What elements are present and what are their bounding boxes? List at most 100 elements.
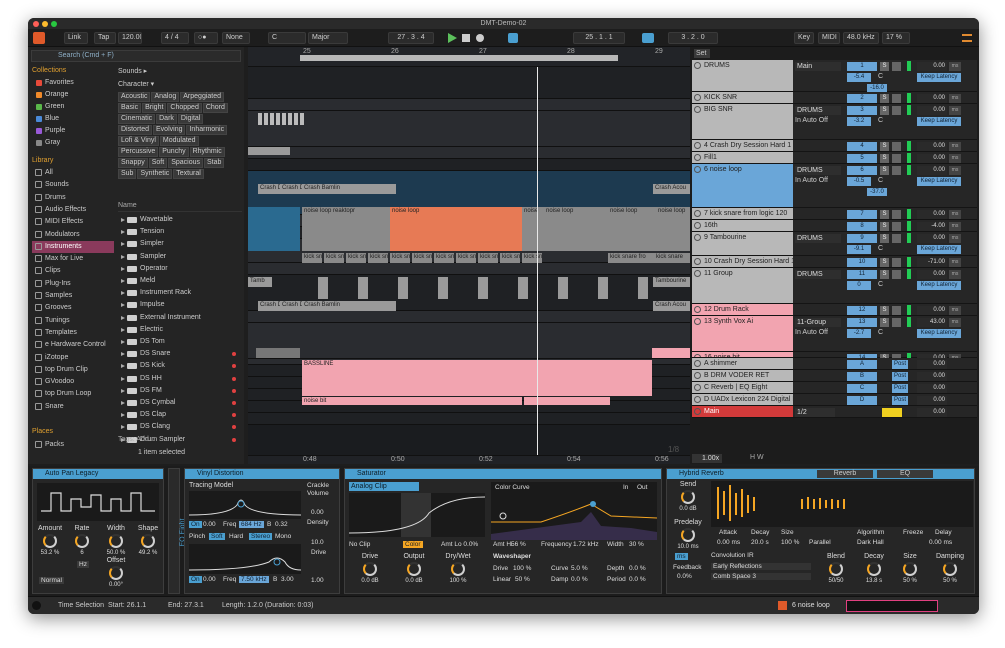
menu-icon[interactable] (962, 34, 972, 42)
drum-rack-clip[interactable] (256, 348, 300, 358)
mixer-track-fill1[interactable]: Fill1 5 S 0.00 ms (692, 152, 977, 164)
browser-item-electric[interactable]: Electric (118, 324, 242, 336)
track-number[interactable]: 13 (847, 318, 877, 327)
tag-modulated[interactable]: Modulated (159, 136, 199, 146)
volume-field[interactable]: 0.00 (917, 384, 947, 393)
library-item-plug-ins[interactable]: Plug-Ins (32, 278, 114, 290)
frequency-value[interactable]: 1.72 kHz (573, 541, 599, 548)
return-letter[interactable]: C (847, 384, 877, 393)
output-routing[interactable]: DRUMS (795, 234, 841, 243)
browser-item-ds-fm[interactable]: DS FM (118, 385, 242, 397)
soft-button[interactable]: Soft (209, 533, 225, 540)
hz-toggle[interactable]: Hz (77, 561, 89, 568)
kick-clip[interactable]: kick sn (302, 253, 322, 263)
noise-bit-clip[interactable]: noise bit (302, 397, 522, 405)
track-lane[interactable] (248, 413, 690, 425)
ws-linear-value[interactable]: 50 % (515, 576, 530, 583)
collection-item-purple[interactable]: Purple (32, 125, 114, 137)
send-value[interactable]: 0.0 dB (671, 506, 705, 512)
blend-knob[interactable] (829, 562, 843, 576)
key-select[interactable]: C (268, 32, 306, 44)
main-track[interactable]: Main 1/2 0.00 (692, 406, 977, 418)
kick-clip[interactable]: kick sn (346, 253, 366, 263)
return-letter[interactable]: D (847, 396, 877, 405)
track-number[interactable]: 7 (847, 210, 877, 219)
ir-category-select[interactable]: Early Reflections (711, 563, 811, 570)
volume-field[interactable]: 0.00 (917, 408, 947, 417)
collection-item-green[interactable]: Green (32, 101, 114, 113)
normal-mode-button[interactable]: Normal (39, 577, 64, 584)
return-name-cell[interactable]: D UADx Lexicon 224 Digital R (692, 394, 793, 405)
kick-clip[interactable]: kick sn (368, 253, 388, 263)
decay2-value[interactable]: 13.8 s (857, 578, 891, 584)
hw-toggle[interactable]: H W (750, 454, 764, 461)
track-lane[interactable] (248, 311, 690, 323)
offset-knob[interactable] (109, 566, 123, 580)
library-item-gvoodoo[interactable]: GVoodoo (32, 376, 114, 388)
mixer-track-drums[interactable]: DRUMS 1 S 0.00 ms Main -5.4 C -16.0 Keep Latency (692, 60, 977, 92)
library-item-modulators[interactable]: Modulators (32, 229, 114, 241)
keep-latency-button[interactable]: Keep Latency (917, 177, 961, 186)
size2-knob[interactable] (903, 562, 917, 576)
track-activator-icon[interactable] (694, 94, 701, 101)
volume-field[interactable]: 0.00 (917, 94, 947, 103)
output-routing[interactable]: DRUMS (795, 106, 841, 115)
parallel-select[interactable]: Parallel (809, 539, 831, 546)
amount-knob[interactable] (43, 534, 57, 548)
rate-value[interactable]: 6 (65, 550, 99, 556)
sounds-filter[interactable]: Sounds ▸ (118, 67, 147, 75)
offset-value[interactable]: 0.00° (99, 582, 133, 588)
mixer-track-kick-snr[interactable]: KICK SNR 2 S 0.00 ms (692, 92, 977, 104)
solo-button[interactable]: S (880, 222, 889, 231)
amount-value[interactable]: 53.2 % (33, 550, 67, 556)
size2-value[interactable]: 50 % (893, 578, 927, 584)
time-signature-field[interactable]: 4 / 4 (161, 32, 189, 44)
no-clip-label[interactable]: No Clip (349, 541, 370, 548)
stereo-button[interactable]: Stereo (249, 533, 273, 540)
mixer-track-16th[interactable]: 16th 8 S -4.00 ms (692, 220, 977, 232)
kick-snr-hit[interactable] (270, 113, 274, 125)
noise-clip[interactable]: noise loop (544, 207, 608, 251)
mixer-track-9-tambourine[interactable]: 9 Tambourine 9 S 0.00 ms DRUMS -9.1 C Keep Laten… (692, 232, 977, 256)
crash-clip[interactable]: Crash Bamlin (302, 184, 396, 194)
stop-icon[interactable] (462, 34, 470, 42)
sat-output-value[interactable]: 0.0 dB (397, 578, 431, 584)
solo-button[interactable]: S (880, 306, 889, 315)
browser-item-impulse[interactable]: Impulse (118, 299, 242, 311)
tag-textural[interactable]: Textural (173, 169, 204, 179)
volume-field[interactable]: -4.00 (917, 222, 947, 231)
tambourine-hit[interactable] (518, 277, 528, 299)
volume-field[interactable]: 0.00 (917, 234, 947, 243)
tambourine-hit[interactable] (398, 277, 408, 299)
algorithm-select[interactable]: Dark Hall (857, 539, 884, 546)
key-map-button[interactable]: Key (794, 32, 814, 44)
track-name-cell[interactable]: 12 Drum Rack (692, 304, 793, 315)
track-name-cell[interactable]: 16th (692, 220, 793, 231)
noise-clip[interactable]: noise loop reaktopr (302, 207, 390, 251)
saturator-mode-select[interactable]: Analog Clip (349, 482, 419, 491)
track-name-cell[interactable]: Fill1 (692, 152, 793, 163)
pinch-freq[interactable]: 7.50 kHz (239, 576, 269, 583)
tag-sub[interactable]: Sub (118, 169, 137, 179)
library-item-top-drum-loop[interactable]: top Drum Loop (32, 388, 114, 400)
ws-curve-value[interactable]: 5.0 % (571, 565, 588, 572)
track-name-cell[interactable]: 16 noise bit (692, 352, 793, 357)
browser-item-operator[interactable]: Operator (118, 263, 242, 275)
library-item-e-hardware-control[interactable]: e Hardware Control (32, 339, 114, 351)
noise-clip-selected[interactable]: noise loop (390, 207, 522, 251)
track-number[interactable]: 5 (847, 154, 877, 163)
tambourine-hit[interactable] (598, 277, 608, 299)
track-name-cell[interactable]: 10 Crash Dry Session Hard 1 (692, 256, 793, 267)
tag-soft[interactable]: Soft (148, 158, 168, 168)
kick-clip[interactable]: kick sn (434, 253, 454, 263)
track-activator-icon[interactable] (694, 210, 701, 217)
track-activator-icon[interactable] (694, 318, 701, 325)
library-item-audio-effects[interactable]: Audio Effects (32, 204, 114, 216)
tag-stab[interactable]: Stab (204, 158, 225, 168)
draw-mode-icon[interactable] (508, 33, 518, 43)
pan-field[interactable]: -9.1 (847, 245, 871, 254)
return-name-cell[interactable]: C Reverb | EQ Eight (692, 382, 793, 393)
arm-button[interactable] (892, 106, 901, 115)
predelay-value[interactable]: 10.0 ms (671, 544, 705, 550)
tag-dark[interactable]: Dark (156, 114, 177, 124)
